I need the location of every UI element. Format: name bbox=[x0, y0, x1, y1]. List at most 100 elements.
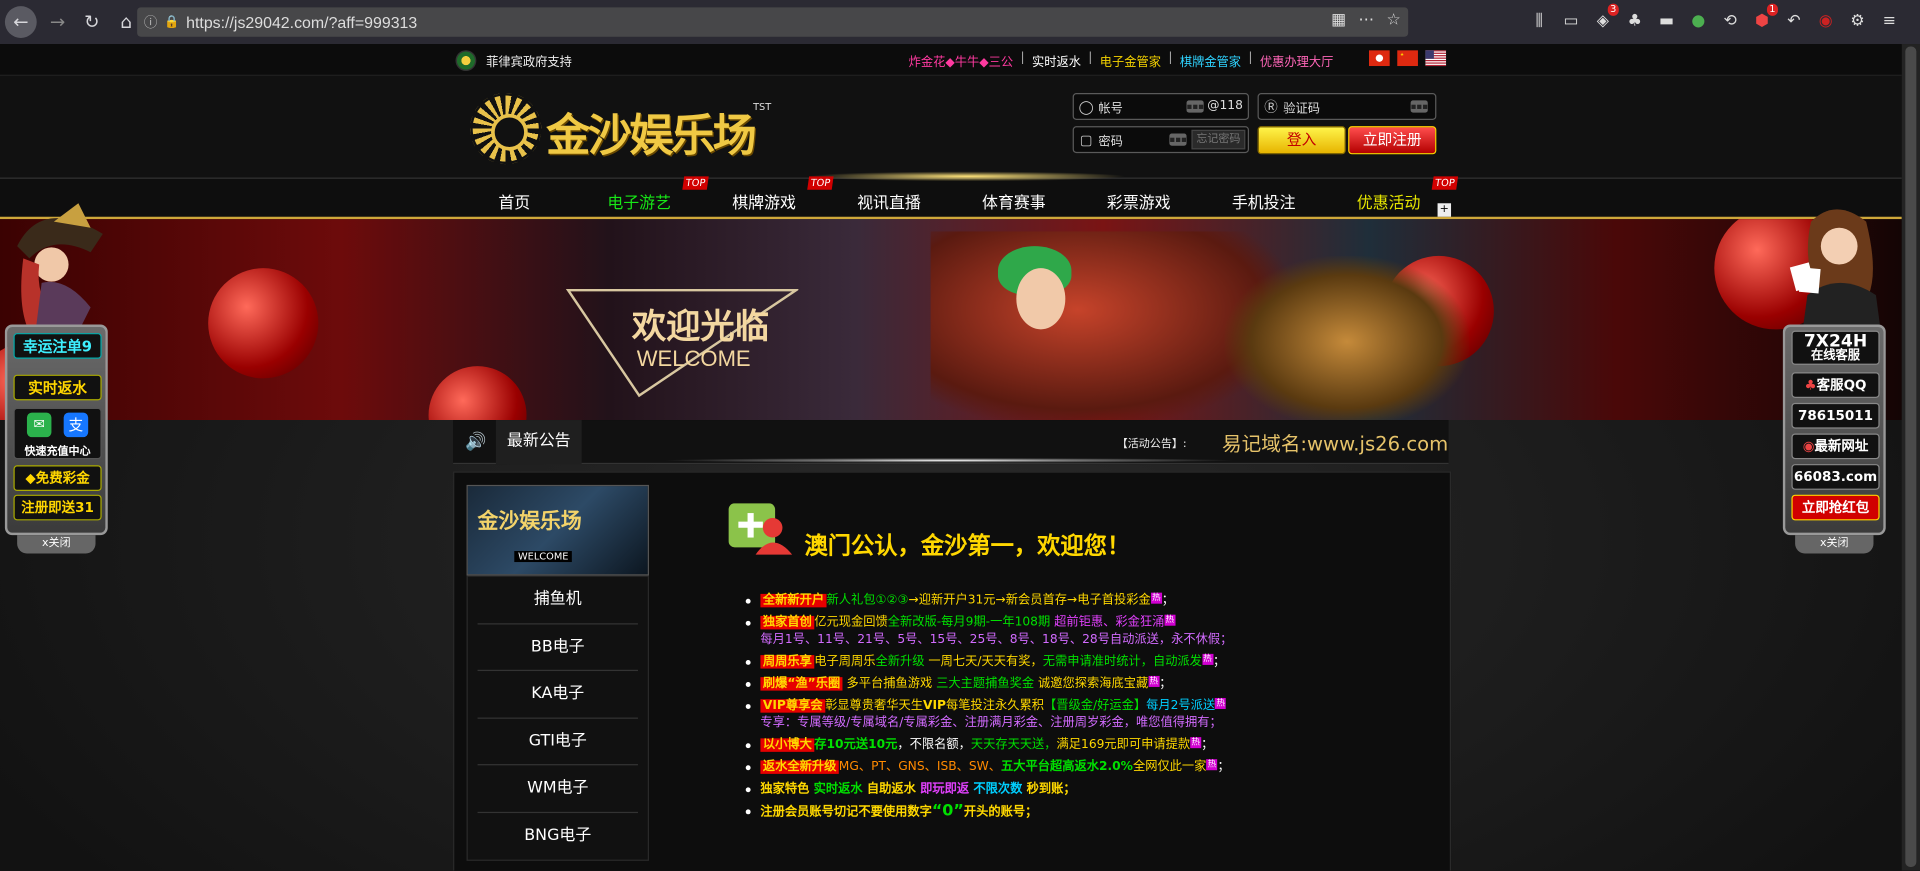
top-link[interactable]: 炸金花◆牛牛◆三公 bbox=[909, 51, 1014, 69]
right-float-box: 7X24H 在线客服 ♣客服QQ 78615011 ◉最新网址 66083.co… bbox=[1782, 324, 1886, 536]
nav-sports[interactable]: 体育赛事 bbox=[951, 190, 1076, 213]
top-link[interactable]: 优惠办理大厅 bbox=[1260, 51, 1333, 69]
nav-mobile[interactable]: 手机投注 bbox=[1201, 190, 1326, 213]
right-float-close-button[interactable]: x关闭 bbox=[1795, 535, 1874, 554]
promo-item: 全新新开户 新人礼包①②③→迎新开户31元→新会员首存→电子首投彩金热； bbox=[745, 592, 1383, 609]
sidebar-icon[interactable]: ▭ bbox=[1560, 10, 1582, 32]
qr-icon[interactable]: ▦ bbox=[1331, 11, 1346, 29]
promo-text: 开头的账号； bbox=[963, 805, 1038, 820]
url-text[interactable]: https://js29042.com/?aff=999313 bbox=[186, 13, 417, 31]
red-envelope-button[interactable]: 立即抢红包 bbox=[1791, 494, 1880, 521]
site-logo[interactable]: 金沙娱乐场 TST bbox=[470, 88, 788, 166]
header: 金沙娱乐场 TST ◯ 帐号 ▪▪▪ @118 ▢ 密码 ▪▪▪ 忘记密码 Ⓡ bbox=[0, 75, 1902, 178]
cs-hours: 7X24H bbox=[1803, 331, 1868, 352]
promo-text: 超前钜惠、彩金狂涌 bbox=[1050, 615, 1165, 630]
more-icon[interactable]: ⋯ bbox=[1358, 11, 1374, 29]
nav-lottery[interactable]: 彩票游戏 bbox=[1076, 190, 1201, 213]
realtime-rebate-button[interactable]: 实时返水 bbox=[13, 374, 102, 401]
top-link[interactable]: 电子金管家 bbox=[1100, 51, 1161, 69]
login-button[interactable]: 登入 bbox=[1257, 126, 1346, 155]
plus-icon[interactable]: + bbox=[1437, 203, 1452, 217]
banner-armor bbox=[1224, 255, 1470, 421]
adblock-icon[interactable]: ⬢ 1 bbox=[1751, 3, 1778, 32]
username-field[interactable]: ◯ 帐号 ▪▪▪ @118 bbox=[1072, 93, 1249, 121]
top-link[interactable]: 棋牌金管家 bbox=[1180, 51, 1241, 69]
nav-live[interactable]: 视讯直播 bbox=[827, 190, 952, 213]
left-float-panel: 幸运注单9 实时返水 快速充值中心 ✉ 支 ◆免费彩金 注册即送31 x关闭 bbox=[0, 44, 122, 554]
extension-icon[interactable]: ⟲ bbox=[1719, 10, 1741, 32]
extension-icon[interactable]: ◈ 3 bbox=[1592, 3, 1619, 32]
register-button[interactable]: 立即注册 bbox=[1348, 126, 1437, 155]
language-flags bbox=[1368, 50, 1447, 67]
nav-chess[interactable]: 棋牌游戏 bbox=[702, 190, 827, 213]
nav-home[interactable]: 首页 bbox=[452, 190, 577, 213]
top-badge: TOP bbox=[807, 176, 834, 190]
side-menu-item[interactable]: KA电子 bbox=[477, 671, 638, 719]
forgot-password-button[interactable]: 忘记密码 bbox=[1191, 129, 1246, 150]
hk-flag-icon[interactable] bbox=[1368, 50, 1390, 67]
hot-badge: 热 bbox=[1190, 737, 1202, 749]
promo-text: 多平台捕鱼游戏 bbox=[842, 677, 937, 691]
nav-promotions[interactable]: 优惠活动 bbox=[1326, 190, 1451, 213]
customer-service-button[interactable]: 7X24H 在线客服 bbox=[1791, 330, 1880, 365]
info-icon[interactable]: ⓘ bbox=[137, 12, 164, 32]
address-bar[interactable]: ⓘ 🔒 https://js29042.com/?aff=999313 ▦ ⋯ … bbox=[137, 7, 1409, 37]
promo-text: 满足169元即可申请提款 bbox=[1056, 738, 1191, 752]
promo-tag: 全新新开户 bbox=[760, 593, 827, 607]
us-flag-icon[interactable] bbox=[1425, 50, 1447, 67]
side-menu-item[interactable]: BB电子 bbox=[477, 624, 638, 672]
promo-text: 注册会员账号切记不要使用数字 bbox=[760, 805, 932, 820]
lock-warning-icon[interactable]: 🔒 bbox=[164, 15, 181, 28]
library-icon[interactable]: ⫼ bbox=[1528, 10, 1550, 32]
side-menu-item[interactable]: WM电子 bbox=[477, 765, 638, 813]
cn-flag-icon[interactable] bbox=[1397, 50, 1418, 67]
scrollbar-thumb[interactable] bbox=[1905, 46, 1917, 867]
nav-slots[interactable]: 电子游艺 bbox=[577, 190, 702, 213]
lucky-bet-button[interactable]: 幸运注单9 bbox=[13, 333, 102, 359]
captcha-field[interactable]: Ⓡ 验证码 ▪▪▪ bbox=[1257, 93, 1437, 121]
extension-icon[interactable]: ● bbox=[1687, 10, 1709, 32]
scrollbar[interactable] bbox=[1901, 44, 1920, 871]
speaker-icon: 🔊 bbox=[465, 432, 487, 452]
bookmark-star-icon[interactable]: ☆ bbox=[1387, 11, 1401, 29]
side-banner-image[interactable]: 金沙娱乐场 WELCOME bbox=[466, 484, 649, 576]
password-field[interactable]: ▢ 密码 ▪▪▪ 忘记密码 bbox=[1072, 126, 1249, 154]
back-icon[interactable]: ← bbox=[4, 6, 37, 38]
forward-icon[interactable]: → bbox=[42, 6, 74, 38]
hot-badge: 热 bbox=[1206, 759, 1218, 771]
extension-icon[interactable]: ♣ bbox=[1624, 10, 1646, 32]
side-menu-item[interactable]: 捕鱼机 bbox=[477, 577, 638, 624]
reload-icon[interactable]: ↻ bbox=[76, 6, 108, 38]
qq-service-button[interactable]: ♣客服QQ bbox=[1791, 372, 1880, 398]
extension-icon[interactable]: ◉ bbox=[1815, 10, 1837, 32]
latest-url-button[interactable]: ◉最新网址 bbox=[1791, 433, 1880, 460]
undo-icon[interactable]: ↶ bbox=[1783, 10, 1805, 32]
keyboard-icon[interactable]: ▪▪▪ bbox=[1186, 100, 1204, 113]
welcome-text: 欢迎光临 WELCOME bbox=[565, 288, 799, 398]
promo-tag: 周周乐享 bbox=[760, 655, 815, 669]
extension-icon[interactable]: ▬ bbox=[1656, 10, 1678, 32]
top-link[interactable]: 实时返水 bbox=[1032, 51, 1081, 69]
promo-text: 彰显尊贵奢华天生 bbox=[825, 699, 924, 713]
latest-url-value[interactable]: 66083.com bbox=[1791, 464, 1880, 490]
free-bonus-button[interactable]: ◆免费彩金 bbox=[13, 465, 102, 492]
hot-badge: 热 bbox=[1150, 592, 1162, 604]
keyboard-icon[interactable]: ▪▪▪ bbox=[1410, 100, 1428, 113]
promo-text: 每月2号派送 bbox=[1146, 699, 1216, 713]
qq-icon: ♣ bbox=[1804, 377, 1817, 394]
hot-badge: 热 bbox=[1215, 697, 1227, 709]
username-suffix: @118 bbox=[1207, 99, 1243, 113]
menu-icon[interactable]: ≡ bbox=[1878, 10, 1900, 32]
banner[interactable]: 欢迎光临 WELCOME bbox=[0, 219, 1902, 421]
register-bonus-button[interactable]: 注册即送31 bbox=[13, 494, 102, 521]
left-float-close-button[interactable]: x关闭 bbox=[17, 535, 96, 554]
qq-label: 客服QQ bbox=[1816, 377, 1867, 394]
side-menu-item[interactable]: BNG电子 bbox=[478, 812, 638, 859]
promo-item: 独家特色 实时返水 自助返水 即玩即返 不限次数 秒到账； bbox=[745, 781, 1383, 797]
side-image-title: 金沙娱乐场 bbox=[477, 509, 582, 534]
extension-icon[interactable]: ⚙ bbox=[1847, 10, 1869, 32]
side-menu-item[interactable]: GTI电子 bbox=[477, 718, 638, 766]
promo-tag: VIP尊享会 bbox=[760, 699, 826, 713]
keyboard-icon[interactable]: ▪▪▪ bbox=[1169, 133, 1187, 146]
promo-text: 天天存天天送， bbox=[970, 738, 1057, 752]
